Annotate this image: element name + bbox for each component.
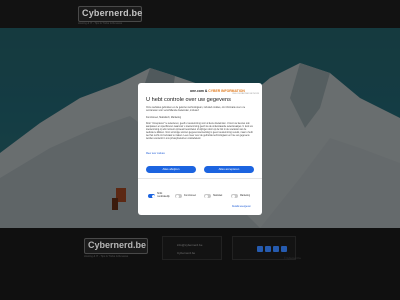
- toggle-label-statistics: Statistiek: [213, 194, 223, 197]
- consent-title: U hebt controle over uw gegevens: [146, 97, 231, 103]
- toggle-switch-functional[interactable]: [175, 194, 182, 198]
- accept-all-button[interactable]: Alles accepteren: [204, 166, 254, 173]
- consent-intro-text: Onze websites gebruiken en de gekozen te…: [146, 107, 246, 112]
- consent-details-text: Door "Accepteren" te selecteren, geeft u…: [146, 123, 253, 140]
- page: Cybernerd.be Hosting & IT - Tips & Trick…: [0, 0, 400, 300]
- toggle-label-functional: Functioneel: [184, 194, 196, 197]
- toggle-statistics[interactable]: Statistiek: [204, 194, 229, 199]
- consent-brand-main: one.com: [190, 89, 204, 93]
- toggle-switch-marketing[interactable]: [231, 194, 238, 198]
- consent-purposes-text: Functioneel, Statistisch, Marketing: [146, 117, 181, 119]
- consent-dialog: one.com & CYBER INFORMATION ONE.COM PART…: [138, 83, 262, 215]
- toggle-switch-statistics[interactable]: [204, 194, 211, 198]
- toggle-label-necessary: Strikt noodzakelijk: [157, 193, 170, 198]
- toggle-necessary[interactable]: Strikt noodzakelijk: [148, 193, 170, 199]
- toggle-label-marketing: Marketing: [240, 194, 251, 197]
- reject-all-button[interactable]: Alles afwijzen: [146, 166, 196, 173]
- toggle-marketing[interactable]: Marketing: [231, 194, 256, 199]
- toggle-switch-necessary[interactable]: [148, 194, 155, 198]
- show-details-link[interactable]: Details weergeven: [232, 206, 251, 208]
- cookie-info-link[interactable]: Meer over cookies: [146, 153, 165, 155]
- consent-divider: [138, 178, 262, 179]
- toggle-functional[interactable]: Functioneel: [175, 194, 200, 199]
- consent-brand-sub: ONE.COM PARTNER NETWORK: [232, 93, 260, 95]
